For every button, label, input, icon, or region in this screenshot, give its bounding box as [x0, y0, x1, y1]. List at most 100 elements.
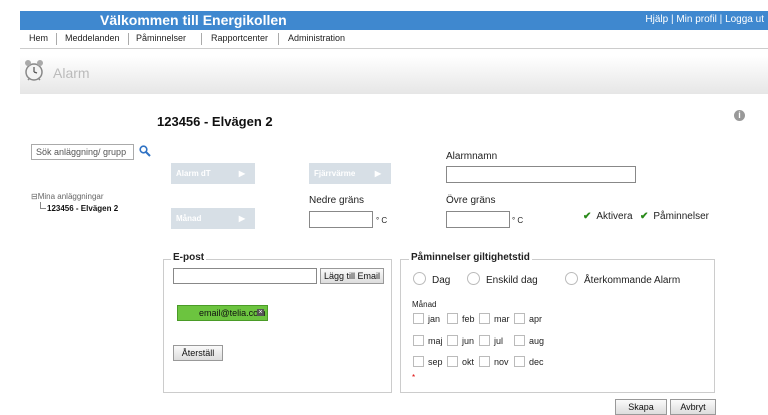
radio-aterkommande[interactable]: Återkommande Alarm	[565, 272, 680, 286]
tab-alarm-dt[interactable]: Alarm dT ▶	[171, 163, 255, 184]
unit-celsius: ° C	[376, 216, 388, 225]
checkbox	[479, 356, 490, 367]
info-icon[interactable]: i	[734, 110, 745, 121]
month-checkbox-nov[interactable]: nov	[479, 356, 509, 367]
radio-enskild-dag[interactable]: Enskild dag	[467, 272, 538, 286]
header-links: Hjälp | Min profil | Logga ut	[645, 14, 764, 25]
month-name: jul	[494, 336, 504, 346]
checkbox	[514, 313, 525, 324]
month-name: jun	[462, 336, 475, 346]
month-name: aug	[529, 336, 545, 346]
checkbox	[479, 313, 490, 324]
month-name: apr	[529, 314, 543, 324]
unit-celsius: ° C	[512, 216, 524, 225]
nav-separator	[278, 33, 279, 45]
tab-label: Fjärrvärme	[314, 169, 356, 178]
month-name: maj	[428, 336, 443, 346]
month-name: dec	[529, 357, 544, 367]
month-checkbox-feb[interactable]: feb	[447, 313, 475, 324]
tab-manad[interactable]: Månad ▶	[171, 208, 255, 229]
radio-label: Enskild dag	[486, 275, 538, 286]
email-tag: email@telia.com ×	[177, 305, 268, 321]
radio-circle	[565, 272, 578, 285]
month-checkbox-okt[interactable]: okt	[447, 356, 474, 367]
top-bar: Välkommen till Energikollen Hjälp | Min …	[20, 11, 768, 30]
month-name: jan	[428, 314, 441, 324]
radio-label: Dag	[432, 275, 451, 286]
logout-link[interactable]: Logga ut	[725, 14, 764, 25]
radio-dag[interactable]: Dag	[413, 272, 450, 286]
create-button[interactable]: Skapa	[615, 399, 667, 415]
section-header: Alarm	[20, 56, 768, 94]
month-name: nov	[494, 357, 509, 367]
nav-paminnelser[interactable]: Påminnelser	[136, 33, 186, 43]
email-legend: E-post	[171, 252, 207, 263]
arrow-right-icon: ▶	[238, 169, 245, 178]
main-nav: Hem Meddelanden Påminnelser Rapportcente…	[20, 30, 768, 49]
checkbox	[447, 313, 458, 324]
checkbox	[479, 335, 490, 346]
nav-separator	[56, 33, 57, 45]
remove-icon[interactable]: ×	[257, 309, 264, 316]
month-name: feb	[462, 314, 475, 324]
tab-label: Alarm dT	[176, 169, 211, 178]
checkbox	[447, 356, 458, 367]
checkbox	[514, 335, 525, 346]
nav-rapportcenter[interactable]: Rapportcenter	[211, 33, 268, 43]
radio-circle	[467, 272, 480, 285]
validity-legend: Påminnelser giltighetstid	[409, 252, 532, 263]
search-icon[interactable]	[139, 145, 151, 157]
tab-fjarrvarme[interactable]: Fjärrvärme ▶	[309, 163, 391, 184]
tab-label: Månad	[176, 214, 202, 223]
month-name: mar	[494, 314, 510, 324]
month-name: sep	[428, 357, 443, 367]
email-address: email@telia.com	[199, 308, 266, 318]
month-checkbox-dec[interactable]: dec	[514, 356, 544, 367]
nav-meddelanden[interactable]: Meddelanden	[65, 33, 120, 43]
month-checkbox-jul[interactable]: jul	[479, 335, 503, 346]
month-checkbox-jan[interactable]: jan	[413, 313, 440, 324]
tree-item[interactable]: 123456 - Elvägen 2	[47, 204, 118, 213]
radio-circle	[413, 272, 426, 285]
arrow-right-icon: ▶	[374, 169, 381, 178]
month-checkbox-maj[interactable]: maj	[413, 335, 443, 346]
ovre-grans-input[interactable]	[446, 211, 510, 228]
month-label: Månad	[412, 300, 437, 309]
add-email-button[interactable]: Lägg till Email	[320, 268, 384, 284]
checkbox	[447, 335, 458, 346]
radio-label: Återkommande Alarm	[584, 275, 681, 286]
checkbox	[413, 356, 424, 367]
alarmnamn-input[interactable]	[446, 166, 636, 183]
reset-button[interactable]: Återställ	[173, 345, 223, 361]
nedre-grans-input[interactable]	[309, 211, 373, 228]
aktivera-checkbox[interactable]: ✔ Aktivera	[583, 211, 633, 222]
required-asterisk: *	[412, 373, 416, 382]
month-name: okt	[462, 357, 475, 367]
nav-administration[interactable]: Administration	[288, 33, 345, 43]
aktivera-label: Aktivera	[596, 211, 633, 222]
email-input[interactable]	[173, 268, 317, 284]
checkmark-icon: ✔	[583, 211, 592, 222]
alarmnamn-label: Alarmnamn	[446, 151, 498, 162]
app-title: Välkommen till Energikollen	[100, 12, 287, 28]
checkbox	[514, 356, 525, 367]
paminnelser-label: Påminnelser	[653, 211, 709, 222]
month-checkbox-apr[interactable]: apr	[514, 313, 542, 324]
nedre-grans-label: Nedre gräns	[309, 195, 365, 206]
month-checkbox-aug[interactable]: aug	[514, 335, 544, 346]
help-link[interactable]: Hjälp	[645, 14, 668, 25]
alarm-clock-icon	[25, 60, 43, 81]
arrow-right-icon: ▶	[238, 214, 245, 223]
nav-hem[interactable]: Hem	[29, 33, 48, 43]
tree-root[interactable]: ⊟Mina anläggningar	[31, 192, 104, 201]
search-input[interactable]: Sök anläggning/ grupp	[31, 144, 134, 160]
paminnelser-checkbox[interactable]: ✔ Påminnelser	[640, 211, 709, 222]
section-title: Alarm	[53, 65, 90, 81]
month-checkbox-mar[interactable]: mar	[479, 313, 510, 324]
month-checkbox-sep[interactable]: sep	[413, 356, 443, 367]
profile-link[interactable]: Min profil	[676, 14, 717, 25]
ovre-grans-label: Övre gräns	[446, 195, 496, 206]
month-checkbox-jun[interactable]: jun	[447, 335, 474, 346]
cancel-button[interactable]: Avbryt	[670, 399, 716, 415]
checkbox	[413, 313, 424, 324]
